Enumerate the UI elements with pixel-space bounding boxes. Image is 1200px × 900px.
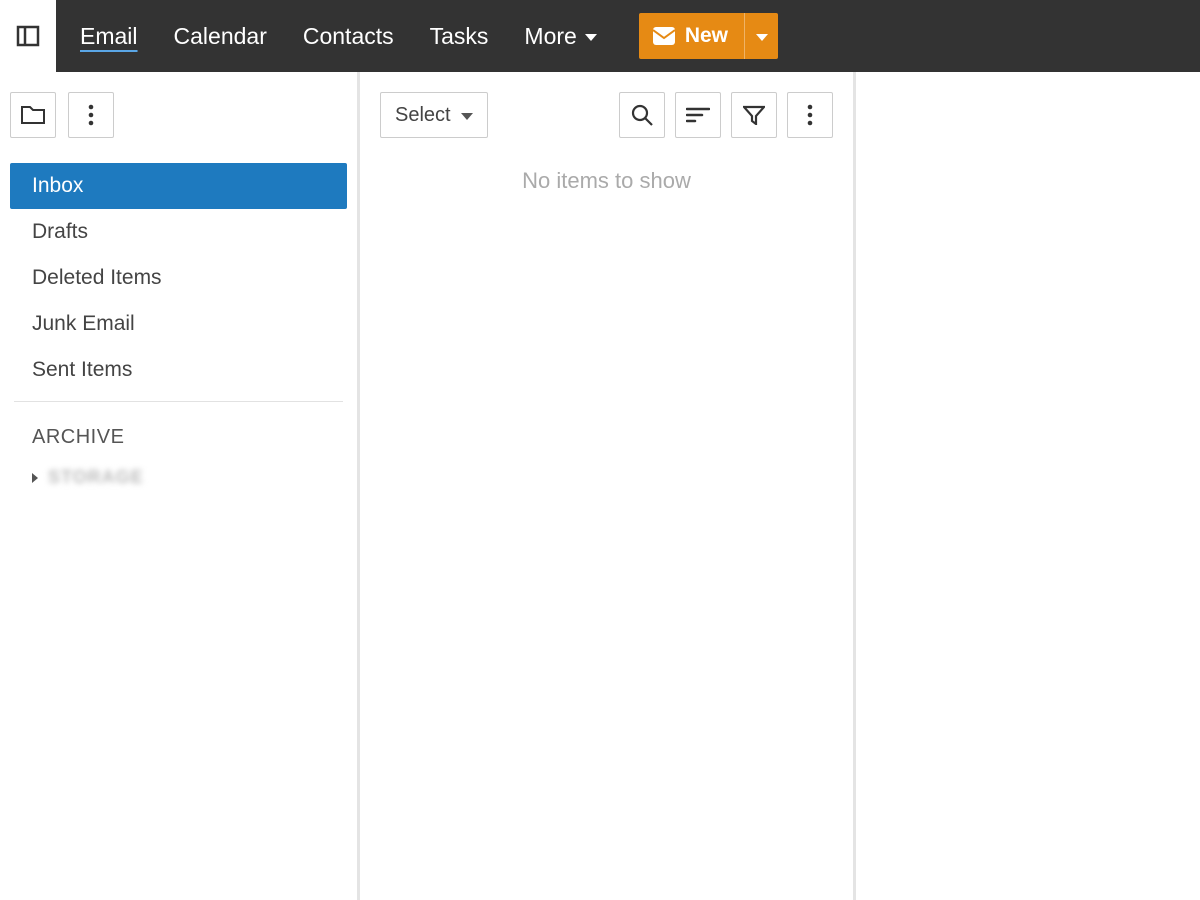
search-button[interactable]	[619, 92, 665, 138]
list-toolbar-right	[619, 92, 833, 138]
nav-email[interactable]: Email	[80, 19, 138, 54]
new-button-dropdown[interactable]	[744, 13, 778, 59]
list-toolbar: Select	[380, 92, 833, 138]
chevron-down-icon	[585, 34, 597, 41]
filter-icon	[743, 105, 765, 125]
chevron-right-icon	[32, 473, 38, 483]
sidebar-toolbar	[10, 92, 347, 138]
message-list-pane: Select	[360, 72, 856, 900]
folder-deleted-items[interactable]: Deleted Items	[10, 255, 347, 301]
list-more-button[interactable]	[787, 92, 833, 138]
empty-state-text: No items to show	[380, 168, 833, 194]
reading-pane	[856, 72, 1200, 900]
more-vertical-icon	[807, 104, 813, 126]
search-icon	[631, 104, 653, 126]
more-vertical-icon	[88, 104, 94, 126]
select-button[interactable]: Select	[380, 92, 488, 138]
folder-inbox[interactable]: Inbox	[10, 163, 347, 209]
primary-nav: Email Calendar Contacts Tasks More	[56, 0, 597, 72]
nav-calendar[interactable]: Calendar	[174, 19, 267, 54]
folder-list: Inbox Drafts Deleted Items Junk Email Se…	[10, 163, 347, 393]
folder-sent-items[interactable]: Sent Items	[10, 347, 347, 393]
header: Email Calendar Contacts Tasks More New	[0, 0, 1200, 72]
sort-icon	[686, 106, 710, 124]
folder-button[interactable]	[10, 92, 56, 138]
sort-button[interactable]	[675, 92, 721, 138]
select-button-label: Select	[395, 104, 451, 127]
divider	[14, 401, 343, 402]
nav-tasks[interactable]: Tasks	[430, 19, 489, 54]
mail-icon	[653, 27, 675, 45]
folder-icon	[20, 104, 46, 126]
new-button[interactable]: New	[639, 13, 778, 59]
new-button-main[interactable]: New	[639, 13, 744, 59]
filter-button[interactable]	[731, 92, 777, 138]
archive-header[interactable]: ARCHIVE	[10, 420, 347, 461]
nav-more-label: More	[524, 23, 576, 50]
folder-junk-email[interactable]: Junk Email	[10, 301, 347, 347]
chevron-down-icon	[461, 113, 473, 120]
chevron-down-icon	[756, 34, 768, 41]
main: Inbox Drafts Deleted Items Junk Email Se…	[0, 72, 1200, 900]
nav-more[interactable]: More	[524, 19, 596, 54]
storage-label: STORAGE	[48, 467, 144, 488]
folder-more-button[interactable]	[68, 92, 114, 138]
new-button-label: New	[685, 24, 728, 48]
panel-toggle-icon	[16, 24, 40, 48]
nav-contacts[interactable]: Contacts	[303, 19, 394, 54]
toggle-sidebar-button[interactable]	[0, 0, 56, 72]
folder-drafts[interactable]: Drafts	[10, 209, 347, 255]
storage-tree-item[interactable]: STORAGE	[10, 461, 347, 494]
sidebar: Inbox Drafts Deleted Items Junk Email Se…	[0, 72, 360, 900]
